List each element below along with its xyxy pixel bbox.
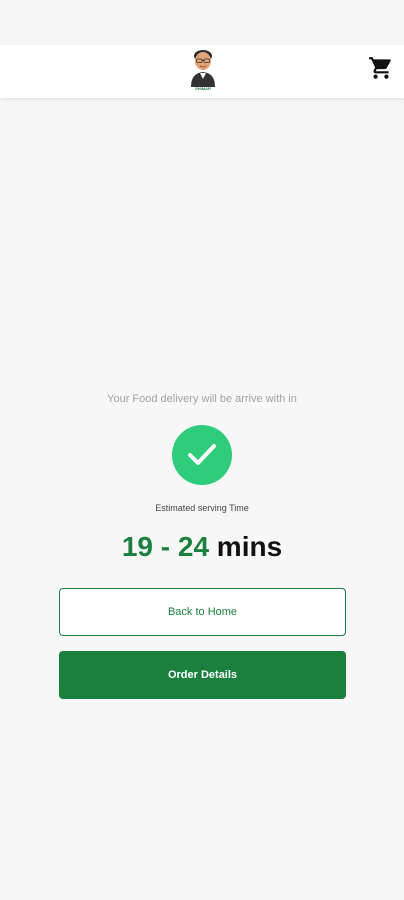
- cart-icon: [369, 57, 391, 79]
- estimate-label: Estimated serving Time: [155, 503, 249, 513]
- back-to-home-button[interactable]: Back to Home: [59, 588, 346, 636]
- time-range: 19 - 24: [121, 531, 210, 562]
- order-confirmation: Your Food delivery will be arrive with i…: [0, 98, 404, 900]
- time-unit: mins: [216, 531, 283, 562]
- app-header: SHIMAR: [0, 45, 404, 98]
- order-details-label: Order Details: [167, 669, 238, 681]
- cart-button[interactable]: [368, 55, 394, 81]
- check-icon: [188, 444, 216, 465]
- status-bar: [0, 0, 404, 45]
- estimated-time: 19 - 24 mins: [0, 528, 404, 566]
- delivery-message: Your Food delivery will be arrive with i…: [107, 393, 297, 405]
- brand-logo: SHIMAR: [187, 47, 219, 91]
- logo-caption: SHIMAR: [195, 86, 211, 91]
- chef-avatar-icon: [191, 50, 215, 87]
- back-to-home-label: Back to Home: [167, 606, 238, 618]
- order-details-button[interactable]: Order Details: [59, 651, 346, 699]
- success-badge: [172, 425, 232, 485]
